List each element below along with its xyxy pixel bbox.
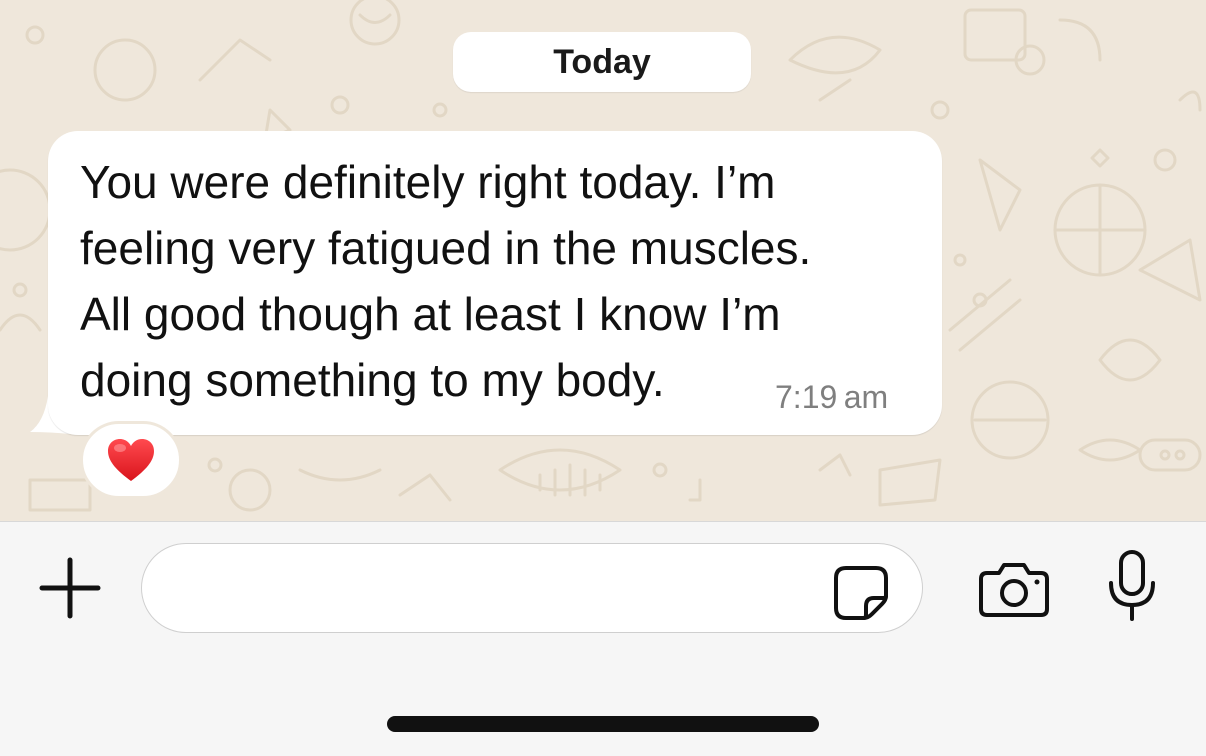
attach-button[interactable]: [34, 552, 106, 624]
message-text-line: You were definitely right today. I’m: [80, 156, 776, 208]
microphone-icon: [1109, 550, 1155, 621]
heart-reaction-icon: [108, 439, 154, 481]
message-reaction[interactable]: [80, 421, 182, 499]
message-input[interactable]: [141, 543, 923, 633]
date-separator-label: Today: [553, 42, 651, 81]
camera-button[interactable]: [974, 555, 1054, 623]
voice-message-button[interactable]: [1100, 548, 1164, 624]
home-indicator[interactable]: [387, 716, 819, 732]
message-text-line: doing something to my body.: [80, 354, 665, 406]
message-text-line: All good though at least I know I’m: [80, 288, 781, 340]
sticker-button[interactable]: [826, 558, 896, 628]
message-text-line: feeling very fatigued in the muscles.: [80, 222, 812, 274]
date-separator: Today: [453, 32, 751, 92]
sticker-icon: [834, 566, 888, 620]
message-timestamp: 7:19 am: [775, 379, 889, 415]
plus-icon: [39, 557, 101, 619]
chat-area: Today You were definitely right today. I…: [0, 0, 1206, 521]
camera-icon: [979, 563, 1049, 617]
